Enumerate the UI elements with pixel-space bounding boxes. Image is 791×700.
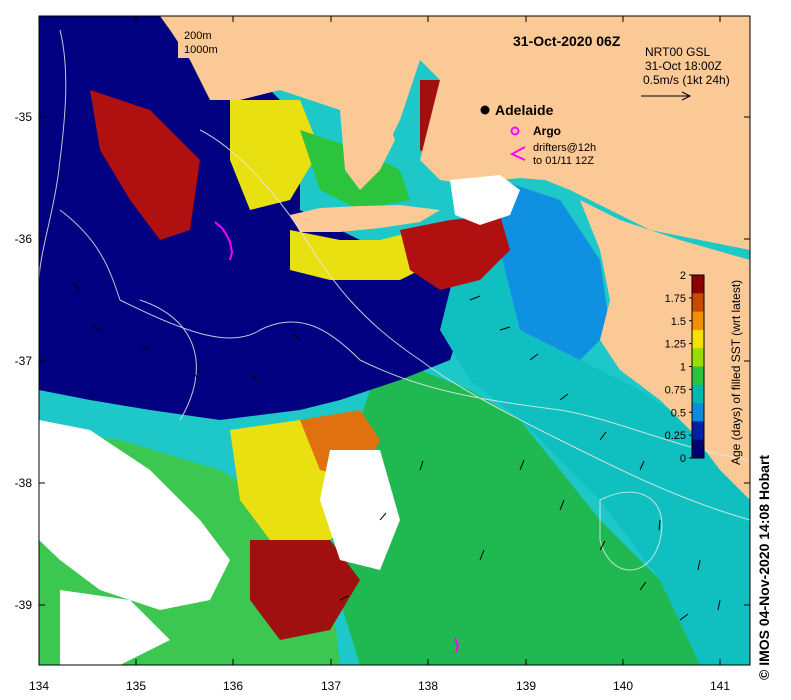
map-title: 31-Oct-2020 06Z — [513, 33, 621, 49]
x-tick-label: 139 — [516, 679, 536, 693]
colorbar-tick-label: 1 — [680, 362, 686, 374]
colorbar-tick-label: 1.25 — [665, 339, 686, 351]
colorbar-segment — [692, 439, 704, 459]
colorbar-tick-label: 0.5 — [671, 407, 686, 419]
colorbar-tick-label: 1.5 — [671, 316, 686, 328]
colorbar-tick-label: 0.75 — [665, 384, 686, 396]
x-tick-label: 136 — [223, 679, 243, 693]
contour-label-200m: 200m — [184, 30, 212, 42]
credit-text: © IMOS 04-Nov-2020 14:08 Hobart — [756, 454, 772, 680]
colorbar-segment — [692, 421, 704, 441]
vector-legend-line-1: NRT00 GSL — [645, 45, 710, 59]
colorbar-segment — [692, 403, 704, 422]
map-plot-area — [39, 16, 750, 665]
colorbar-segment — [692, 311, 704, 331]
drifters-label-line-2: to 01/11 12Z — [533, 155, 594, 167]
y-tick-label: -39 — [15, 598, 33, 612]
colorbar-segment — [692, 329, 704, 349]
colorbar-title: Age (days) of filled SST (wrt latest) — [729, 280, 743, 465]
vector-legend-line-2: 31-Oct 18:00Z — [645, 59, 722, 73]
city-marker — [480, 105, 490, 115]
sst-age-map: 134 135 136 137 138 139 140 141 -35 -36 -37 -38 -39… — [15, 15, 751, 693]
colorbar-segment — [692, 275, 704, 294]
colorbar-segment — [692, 384, 704, 404]
y-tick-label: -37 — [15, 354, 33, 368]
y-tick-label: -38 — [15, 476, 33, 490]
contour-legend: 200m 1000m — [178, 30, 228, 58]
colorbar-segment — [692, 293, 704, 313]
x-tick-label: 138 — [418, 679, 438, 693]
x-tick-label: 141 — [710, 679, 730, 693]
colorbar-tick-label: 0.25 — [665, 430, 686, 442]
x-tick-label: 137 — [321, 679, 341, 693]
argo-label: Argo — [533, 124, 561, 138]
y-tick-label: -35 — [15, 110, 33, 124]
city-label: Adelaide — [495, 102, 554, 118]
colorbar-tick-label: 0 — [680, 453, 686, 465]
colorbar-segment — [692, 366, 704, 386]
x-tick-label: 135 — [126, 679, 146, 693]
colorbar-tick-label: 1.75 — [665, 293, 686, 305]
drifters-label-line-1: drifters@12h — [533, 142, 596, 154]
y-tick-label: -36 — [15, 232, 33, 246]
colorbar-segment — [692, 348, 704, 367]
vector-legend-line-3: 0.5m/s (1kt 24h) — [643, 73, 730, 87]
x-tick-label: 134 — [29, 679, 49, 693]
colorbar-tick-label: 2 — [680, 270, 686, 282]
x-tick-label: 140 — [613, 679, 633, 693]
contour-label-1000m: 1000m — [184, 44, 218, 56]
